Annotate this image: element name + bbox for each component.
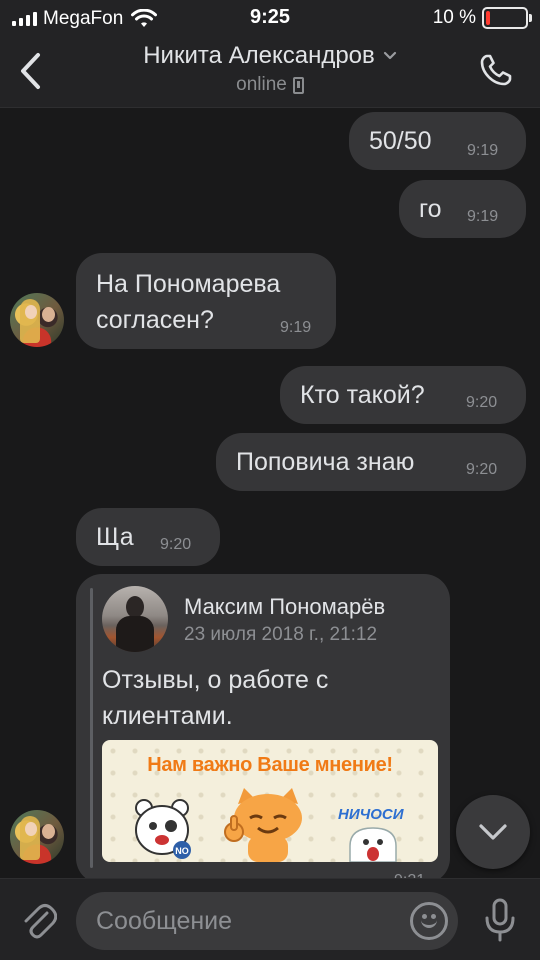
svg-text:NO: NO <box>175 846 189 856</box>
mobile-phone-icon <box>292 76 304 94</box>
forwarded-image[interactable]: Нам важно Ваше мнение! NO НИЧОСИ <box>102 740 438 862</box>
status-bar: MegaFon 9:25 10 % <box>0 0 540 36</box>
message-time: 9:19 <box>467 142 499 159</box>
sticker-label: НИЧОСИ <box>338 806 404 823</box>
attach-button[interactable] <box>18 897 60 943</box>
message-composer <box>0 878 540 960</box>
message-time: 9:19 <box>467 208 499 225</box>
message-text: го <box>419 195 442 223</box>
image-caption: Нам важно Ваше мнение! <box>147 754 393 776</box>
message-outgoing[interactable]: Кто такой? 9:20 <box>280 366 526 424</box>
message-time: 9:19 <box>280 319 312 336</box>
message-time: 9:20 <box>466 461 498 478</box>
forwarded-author-name[interactable]: Максим Пономарёв <box>184 594 385 620</box>
contact-avatar[interactable] <box>10 293 64 347</box>
bear-sticker-icon: NO <box>135 799 191 859</box>
call-button[interactable] <box>474 48 518 92</box>
forwarded-message[interactable]: Максим Пономарёв 23 июля 2018 г., 21:12 … <box>76 574 450 884</box>
message-outgoing[interactable]: го 9:19 <box>399 180 526 238</box>
message-text: Ща <box>96 523 134 551</box>
message-input-container[interactable] <box>76 892 458 950</box>
presence-status: online <box>236 74 287 95</box>
message-outgoing[interactable]: 50/50 9:19 <box>349 112 526 170</box>
microphone-icon <box>485 898 515 942</box>
forward-indicator-bar <box>90 588 93 868</box>
phone-icon <box>480 54 512 86</box>
back-button[interactable] <box>10 48 50 94</box>
chevron-left-icon <box>21 53 40 89</box>
chevron-down-icon <box>383 51 396 60</box>
chevron-down-icon <box>479 824 507 840</box>
message-input[interactable] <box>96 892 396 950</box>
scroll-to-bottom-button[interactable] <box>456 795 530 869</box>
paperclip-icon <box>24 904 57 939</box>
battery-percentage: 10 % <box>432 7 476 28</box>
contact-name: Никита Александров <box>143 42 375 69</box>
chat-header: Никита Александров online <box>0 36 540 108</box>
contact-avatar[interactable] <box>10 810 64 864</box>
forwarded-author-avatar[interactable] <box>102 586 168 652</box>
message-text-line: согласен? <box>96 306 214 334</box>
ghost-sticker-icon <box>349 827 397 862</box>
smile-icon[interactable] <box>410 902 448 940</box>
battery-icon <box>482 7 532 29</box>
message-time: 9:20 <box>466 394 498 411</box>
cat-sticker-icon <box>224 788 302 862</box>
forwarded-date: 23 июля 2018 г., 21:12 <box>184 624 378 645</box>
message-text: Поповича знаю <box>236 448 415 476</box>
message-incoming[interactable]: На Пономарева согласен? 9:19 <box>76 253 336 349</box>
message-incoming[interactable]: Ща 9:20 <box>76 508 220 566</box>
message-text-line: На Пономарева <box>96 270 281 298</box>
message-text: Кто такой? <box>300 381 425 409</box>
message-text: 50/50 <box>369 127 432 155</box>
voice-message-button[interactable] <box>478 895 522 945</box>
message-time: 9:20 <box>160 536 192 553</box>
message-outgoing[interactable]: Поповича знаю 9:20 <box>216 433 526 491</box>
contact-info[interactable]: Никита Александров online <box>70 42 470 96</box>
forwarded-text: Отзывы, о работе с клиентами. <box>102 666 329 730</box>
